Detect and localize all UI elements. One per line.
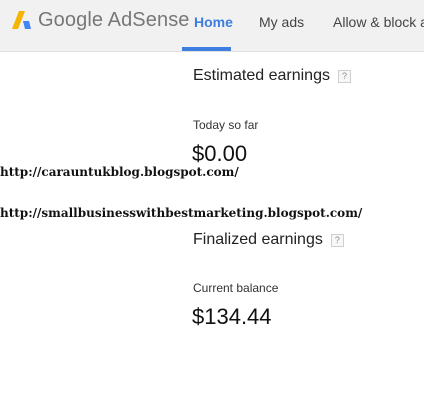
help-icon[interactable]: ? <box>337 69 351 83</box>
tab-allow-block-ads[interactable]: Allow & block a <box>333 14 424 30</box>
top-navigation-bar: Google AdSense Home My ads Allow & block… <box>0 0 424 52</box>
overlay-url-text: http://smallbusinesswithbestmarketing.bl… <box>0 206 363 220</box>
tab-home[interactable]: Home <box>194 14 233 30</box>
finalized-earnings-heading: Finalized earnings <box>193 231 323 248</box>
today-earnings-value: $0.00 <box>192 141 248 166</box>
estimated-earnings-title: Estimated earnings ? <box>193 67 351 85</box>
today-so-far-label: Today so far <box>193 118 259 132</box>
tab-my-ads[interactable]: My ads <box>259 14 304 30</box>
finalized-earnings-title: Finalized earnings ? <box>193 231 344 249</box>
current-balance-label: Current balance <box>193 281 279 295</box>
estimated-earnings-heading: Estimated earnings <box>193 67 330 84</box>
current-balance-value: $134.44 <box>192 304 272 329</box>
overlay-url-text: http://carauntukblog.blogspot.com/ <box>0 165 239 179</box>
help-icon[interactable]: ? <box>330 233 344 247</box>
active-tab-indicator <box>182 47 231 51</box>
adsense-brand[interactable]: Google AdSense <box>10 8 190 32</box>
brand-name: Google AdSense <box>38 8 190 31</box>
adsense-logo-icon <box>12 11 31 29</box>
